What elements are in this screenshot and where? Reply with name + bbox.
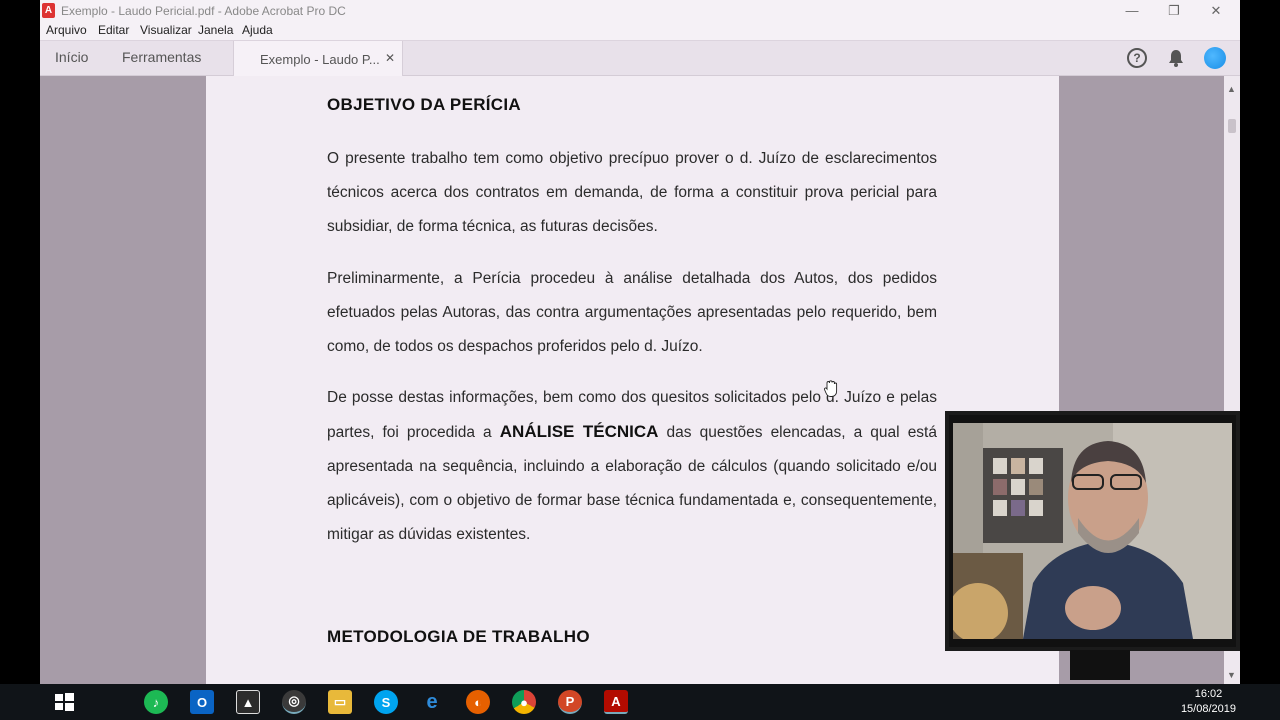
- scroll-thumb[interactable]: [1228, 119, 1236, 133]
- taskbar: ♪ O ▲ ◎ ▭ S e ◐ ● P A 16:02 15/08/2019: [0, 684, 1280, 720]
- title-bar: A Exemplo - Laudo Pericial.pdf - Adobe A…: [40, 0, 1240, 21]
- webcam-video: [953, 423, 1232, 639]
- tab-tools[interactable]: Ferramentas: [122, 49, 201, 65]
- skype-icon[interactable]: S: [374, 690, 398, 714]
- tab-home[interactable]: Início: [55, 49, 88, 65]
- powerpoint-icon[interactable]: P: [558, 690, 582, 714]
- firefox-icon[interactable]: ◐: [466, 690, 490, 714]
- heading-objetivo: OBJETIVO DA PERÍCIA: [327, 95, 521, 114]
- clock-time: 16:02: [1194, 688, 1223, 700]
- hand-cursor-icon: [823, 380, 838, 397]
- tab-document-label: Exemplo - Laudo P...: [260, 52, 380, 67]
- photos-icon[interactable]: ▲: [236, 690, 260, 714]
- spotify-icon[interactable]: ♪: [144, 690, 168, 714]
- pdf-page[interactable]: OBJETIVO DA PERÍCIA O presente trabalho …: [206, 76, 1059, 684]
- acrobat-icon[interactable]: A: [604, 690, 628, 714]
- clock-date: 15/08/2019: [1180, 703, 1236, 715]
- menu-bar: Arquivo Editar Visualizar Janela Ajuda: [40, 21, 1240, 40]
- menu-ajuda[interactable]: Ajuda: [242, 23, 273, 37]
- webcam-overlay: [945, 411, 1240, 651]
- avatar-icon[interactable]: [1204, 47, 1226, 69]
- edge-icon[interactable]: e: [420, 690, 444, 714]
- minimize-button[interactable]: —: [1110, 0, 1154, 21]
- close-button[interactable]: ✕: [1194, 0, 1238, 21]
- maximize-button[interactable]: ❐: [1152, 0, 1196, 21]
- paragraph-3-end: das questões elencadas, a qual está apre…: [327, 424, 937, 543]
- tab-document[interactable]: Exemplo - Laudo P... ✕: [233, 41, 403, 76]
- desktop: A Exemplo - Laudo Pericial.pdf - Adobe A…: [0, 0, 1280, 720]
- help-icon[interactable]: ?: [1127, 48, 1147, 68]
- heading-metodologia: METODOLOGIA DE TRABALHO: [327, 627, 590, 646]
- paragraph-3: De posse destas informações, bem como do…: [327, 381, 937, 552]
- outlook-icon[interactable]: O: [190, 690, 214, 714]
- paragraph-3-bold: ANÁLISE TÉCNICA: [499, 422, 659, 441]
- menu-janela[interactable]: Janela: [198, 23, 233, 37]
- menu-arquivo[interactable]: Arquivo: [46, 23, 87, 37]
- paragraph-1: O presente trabalho tem como objetivo pr…: [327, 150, 937, 235]
- menu-visualizar[interactable]: Visualizar: [140, 23, 192, 37]
- scroll-down-icon[interactable]: ▼: [1227, 670, 1236, 680]
- tab-bar: Início Ferramentas Exemplo - Laudo P... …: [40, 40, 1240, 76]
- acrobat-app-icon: A: [42, 3, 55, 18]
- taskbar-clock[interactable]: 16:02 15/08/2019: [1181, 687, 1236, 717]
- obs-icon[interactable]: ◎: [282, 690, 306, 714]
- window-title: Exemplo - Laudo Pericial.pdf - Adobe Acr…: [61, 4, 346, 18]
- windows-start-icon[interactable]: [52, 690, 76, 714]
- chrome-icon[interactable]: ●: [512, 690, 536, 714]
- scroll-up-icon[interactable]: ▲: [1227, 84, 1236, 94]
- paragraph-2: Preliminarmente, a Perícia procedeu à an…: [327, 270, 937, 355]
- webcam-overlay-base: [1070, 650, 1130, 680]
- tab-close-icon[interactable]: ✕: [385, 51, 395, 65]
- menu-editar[interactable]: Editar: [98, 23, 129, 37]
- webcam-person-image: [953, 423, 1232, 639]
- file-explorer-icon[interactable]: ▭: [328, 690, 352, 714]
- bell-icon[interactable]: [1168, 49, 1184, 67]
